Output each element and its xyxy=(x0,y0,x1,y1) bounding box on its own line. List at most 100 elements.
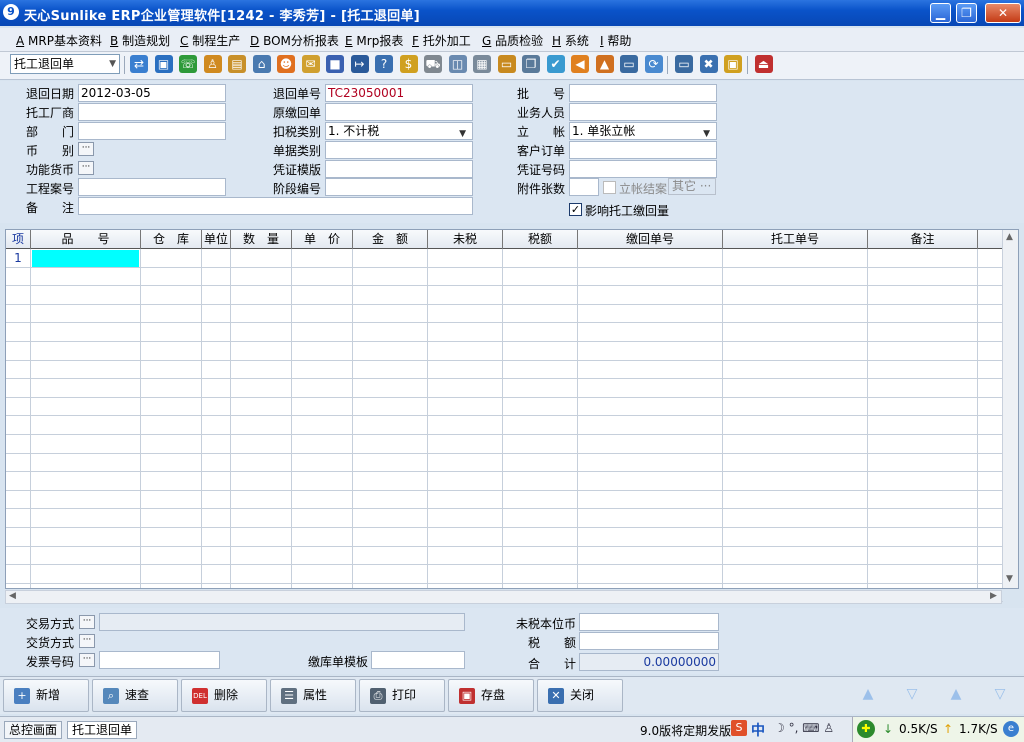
column-header[interactable]: 品 号 xyxy=(31,230,141,249)
properties-button[interactable]: ☰ 属性 xyxy=(270,679,356,712)
money-icon[interactable]: $ xyxy=(399,55,418,73)
column-header[interactable]: 单 价 xyxy=(292,230,353,249)
monitor-icon[interactable]: ▭ xyxy=(620,55,638,73)
print-button[interactable]: ⎙ 打印 xyxy=(359,679,445,712)
project-field[interactable] xyxy=(78,178,226,196)
column-header[interactable]: 税额 xyxy=(503,230,578,249)
currency-picker-button[interactable]: ··· xyxy=(78,142,94,156)
minimize-button[interactable]: ▁ xyxy=(930,3,951,23)
account-select[interactable]: 1. 单张立帐 ▼ xyxy=(569,122,717,140)
ime-tools-icon[interactable]: ☽ °, ⌨ ♙ xyxy=(774,721,834,735)
save-button[interactable]: ▣ 存盘 xyxy=(448,679,534,712)
return-no-field[interactable]: TC23050001 xyxy=(325,84,473,102)
column-header[interactable]: 缴回单号 xyxy=(578,230,723,249)
doc-type-field[interactable] xyxy=(325,141,473,159)
table-row[interactable] xyxy=(6,565,1003,584)
help-icon[interactable]: ? xyxy=(375,55,393,73)
table-row[interactable] xyxy=(6,398,1003,417)
salesman-field[interactable] xyxy=(569,103,717,121)
home-tab[interactable]: 总控画面 xyxy=(4,721,63,739)
exit-icon[interactable]: ⏏ xyxy=(754,55,773,73)
check-circle-icon[interactable]: ✔ xyxy=(546,55,565,73)
scroll-right-icon[interactable]: ▶ xyxy=(990,591,997,601)
invoice-picker-button[interactable]: ··· xyxy=(79,653,95,667)
trade-picker-button[interactable]: ··· xyxy=(79,615,95,629)
table-row[interactable] xyxy=(6,361,1003,380)
home-icon[interactable]: ⌂ xyxy=(252,55,271,73)
tax-type-select[interactable]: 1. 不计税 ▼ xyxy=(325,122,473,140)
attach-field[interactable] xyxy=(569,178,599,196)
column-header[interactable]: 托工单号 xyxy=(723,230,868,249)
drawer-icon[interactable]: ▭ xyxy=(497,55,516,73)
menu-production[interactable]: C 制程生产 xyxy=(180,32,240,49)
pages-icon[interactable]: ❐ xyxy=(522,55,540,73)
delete-button[interactable]: DEL 删除 xyxy=(181,679,267,712)
hierarchy-icon[interactable]: ▲ xyxy=(595,55,614,73)
scroll-left-icon[interactable]: ◀ xyxy=(9,591,16,601)
first-record-icon[interactable]: ▲ xyxy=(858,686,878,704)
table-row[interactable] xyxy=(6,342,1003,361)
column-header[interactable]: 金 额 xyxy=(353,230,428,249)
table-row[interactable] xyxy=(6,547,1003,566)
horizontal-scrollbar[interactable]: ◀ ▶ xyxy=(5,590,1002,604)
form-selector[interactable]: 托工退回单 ▼ xyxy=(10,54,120,74)
table-row[interactable] xyxy=(6,416,1003,435)
prev-record-icon[interactable]: ▽ xyxy=(902,686,922,704)
active-tab[interactable]: 托工退回单 xyxy=(67,721,138,739)
scroll-down-icon[interactable]: ▼ xyxy=(1006,574,1013,584)
table-row[interactable] xyxy=(6,454,1003,473)
table-row[interactable] xyxy=(6,528,1003,547)
menu-bom-report[interactable]: D BOM分析报表 xyxy=(250,32,339,49)
tile-icon[interactable]: ▣ xyxy=(724,55,742,73)
key-icon[interactable]: ↦ xyxy=(350,55,369,73)
cust-order-field[interactable] xyxy=(569,141,717,159)
next-record-icon[interactable]: ▲ xyxy=(946,686,966,704)
copy-doc-icon[interactable]: ◫ xyxy=(448,55,467,73)
menu-help[interactable]: I 帮助 xyxy=(600,32,631,49)
ime-mode[interactable]: 中 xyxy=(751,720,765,740)
transfer-icon[interactable]: ⇄ xyxy=(130,55,148,73)
trade-field[interactable] xyxy=(99,613,465,631)
menu-mrp-report[interactable]: E Mrp报表 xyxy=(345,32,403,49)
calculator-icon[interactable]: ▦ xyxy=(473,55,491,73)
mail-icon[interactable]: ✉ xyxy=(301,55,320,73)
table-row[interactable] xyxy=(6,268,1003,287)
close-window-button[interactable]: ✕ xyxy=(985,3,1021,23)
return-date-field[interactable]: 2012-03-05 xyxy=(78,84,226,102)
invoice-field[interactable] xyxy=(99,651,220,669)
table-row[interactable] xyxy=(6,435,1003,454)
add-button[interactable]: + 新增 xyxy=(3,679,89,712)
delivery-picker-button[interactable]: ··· xyxy=(79,634,95,648)
cart-icon[interactable]: ⛟ xyxy=(424,55,442,73)
close-button[interactable]: ✕ 关闭 xyxy=(537,679,623,712)
menu-mrp-basic[interactable]: A MRP基本资料 xyxy=(16,32,102,49)
refresh-icon[interactable]: ⟳ xyxy=(644,55,663,73)
table-row[interactable] xyxy=(6,305,1003,324)
menu-quality[interactable]: G 品质检验 xyxy=(482,32,543,49)
stage-no-field[interactable] xyxy=(325,178,473,196)
table-row[interactable] xyxy=(6,379,1003,398)
voucher-tpl-field[interactable] xyxy=(325,160,473,178)
last-record-icon[interactable]: ▽ xyxy=(990,686,1010,704)
column-header[interactable]: 数 量 xyxy=(231,230,292,249)
other-button[interactable]: 其它 ··· xyxy=(668,178,716,195)
vertical-scrollbar[interactable]: ▲ ▼ xyxy=(1002,230,1018,588)
remark-field[interactable] xyxy=(78,197,473,215)
ie-icon[interactable]: e xyxy=(1003,721,1019,737)
close-window-icon[interactable]: ✖ xyxy=(699,55,718,73)
column-header[interactable]: 备注 xyxy=(868,230,978,249)
orig-return-field[interactable] xyxy=(325,103,473,121)
computer-icon[interactable]: ▣ xyxy=(154,55,173,73)
quick-search-button[interactable]: ⌕ 速查 xyxy=(92,679,178,712)
voucher-no-field[interactable] xyxy=(569,160,717,178)
tpl-field[interactable] xyxy=(371,651,465,669)
scroll-up-icon[interactable]: ▲ xyxy=(1006,232,1013,242)
menu-planning[interactable]: B 制造规划 xyxy=(110,32,170,49)
table-row[interactable]: 1 xyxy=(6,249,1003,268)
column-header[interactable]: 未税 xyxy=(428,230,503,249)
column-header[interactable]: 单位 xyxy=(202,230,231,249)
book-icon[interactable]: ■ xyxy=(326,55,344,73)
column-header[interactable]: 仓 库 xyxy=(141,230,202,249)
table-row[interactable] xyxy=(6,286,1003,305)
bell-icon[interactable]: ◀ xyxy=(571,55,589,73)
